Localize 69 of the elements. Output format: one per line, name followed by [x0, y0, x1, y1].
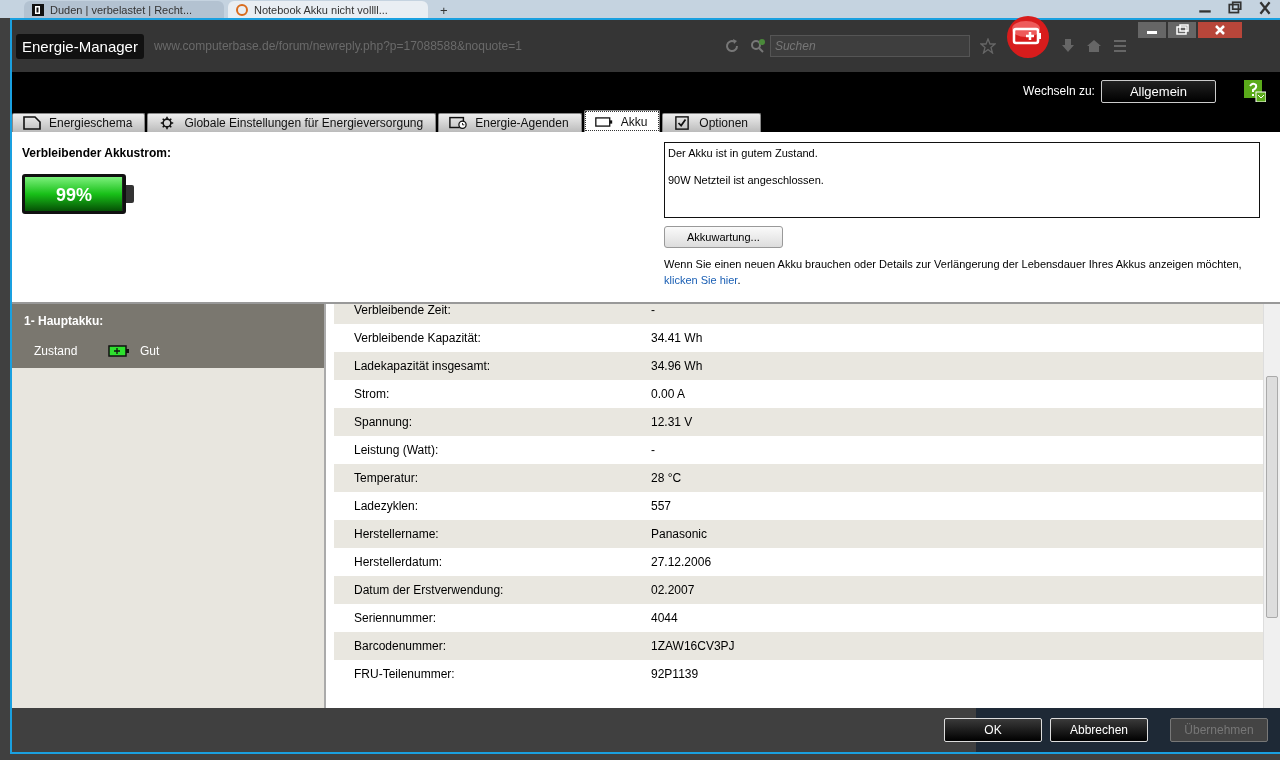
allgemein-button[interactable]: Allgemein [1100, 79, 1216, 103]
dialog-button[interactable]: Abbrechen [1050, 718, 1148, 742]
search-field[interactable]: Suchen [769, 35, 970, 57]
detail-label: FRU-Teilenummer: [354, 667, 456, 681]
new-tab-button[interactable]: + [432, 3, 456, 18]
help-icon[interactable] [1244, 80, 1266, 102]
detail-label: Verbleibende Kapazität: [354, 331, 482, 345]
battery-icon [594, 114, 613, 129]
dialog-button[interactable]: OK [944, 718, 1042, 742]
detail-label: Barcodenummer: [354, 639, 448, 653]
browser-tab[interactable]: Duden | verbelastet | Recht... [24, 1, 224, 18]
battery-icon [108, 345, 130, 357]
maintenance-button[interactable]: Akkuwartung... [664, 226, 783, 248]
detail-value: 4044 [651, 611, 678, 625]
battery-heading: Verbleibender Akkustrom: [22, 146, 172, 160]
detail-label: Spannung: [354, 415, 414, 429]
status-text: 90W Netzteil ist angeschlossen. [668, 174, 825, 186]
window-title: Energie-Manager [16, 33, 144, 59]
battery-plus-logo [1005, 15, 1050, 59]
state-label: Zustand [34, 344, 79, 358]
checkbox-icon [673, 116, 692, 130]
detail-value: 27.12.2006 [651, 555, 712, 569]
battery-percent: 99% [55, 185, 93, 206]
detail-value: 34.41 Wh [651, 331, 703, 345]
tab[interactable]: Energieschema [12, 113, 146, 132]
battery-terminal [126, 185, 134, 203]
detail-label: Seriennummer: [354, 611, 438, 625]
reload-icon[interactable] [723, 38, 740, 54]
site-icon [236, 3, 248, 16]
link[interactable]: klicken Sie hier [664, 274, 738, 286]
switch-label: Wechseln zu: [1023, 84, 1095, 98]
tab[interactable]: Akku [583, 110, 661, 132]
detail-label: Herstellername: [354, 527, 440, 541]
info-paragraph: Wenn Sie einen neuen Akku brauchen oder Details zur Verlängerung der Lebensdauer Ihres Akkus anzeigen möchten, klicken Sie hier. [664, 257, 1243, 288]
detail-value: 12.31 V [651, 415, 693, 429]
detail-value: 34.96 Wh [651, 359, 703, 373]
detail-label: Strom: [354, 387, 391, 401]
detail-label: Ladekapazität insgesamt: [354, 359, 492, 373]
detail-label: Leistung (Watt): [354, 443, 440, 457]
scrollbar[interactable] [1263, 304, 1280, 708]
detail-label: Ladezyklen: [354, 499, 420, 513]
clock-icon [449, 116, 468, 130]
detail-value: 0.00 A [651, 387, 686, 401]
detail-value: Panasonic [651, 527, 708, 541]
restore-button[interactable] [1167, 22, 1196, 38]
detail-value: 92P1139 [651, 667, 699, 681]
tab[interactable]: Energie-Agenden [438, 113, 582, 132]
detail-label: Verbleibende Zeit: [354, 304, 452, 317]
state-value: Gut [140, 344, 160, 358]
battery-title: 1- Hauptakku: [24, 314, 105, 328]
tab[interactable]: Globale Einstellungen für Energieversorgung [147, 113, 437, 132]
detail-label: Herstellerdatum: [354, 555, 444, 569]
detail-value: 1ZAW16CV3PJ [651, 639, 735, 653]
detail-value: 28 °C [651, 471, 682, 485]
minimize-button[interactable] [1137, 22, 1166, 38]
detail-value: - [651, 443, 655, 457]
page-icon [23, 116, 41, 130]
detail-value: 557 [651, 499, 672, 513]
tab[interactable]: Optionen [662, 113, 761, 132]
status-text: Der Akku ist in gutem Zustand. [668, 147, 819, 159]
site-icon [32, 3, 44, 16]
close-button[interactable] [1197, 22, 1242, 38]
detail-value: 02.2007 [651, 583, 695, 597]
detail-value: - [651, 304, 655, 317]
detail-label: Datum der Erstverwendung: [354, 583, 505, 597]
search-icon[interactable] [749, 38, 766, 54]
detail-label: Temperatur: [354, 471, 420, 485]
star-icon[interactable] [979, 38, 996, 54]
browser-tab[interactable]: Notebook Akku nicht vollll... [228, 1, 428, 18]
